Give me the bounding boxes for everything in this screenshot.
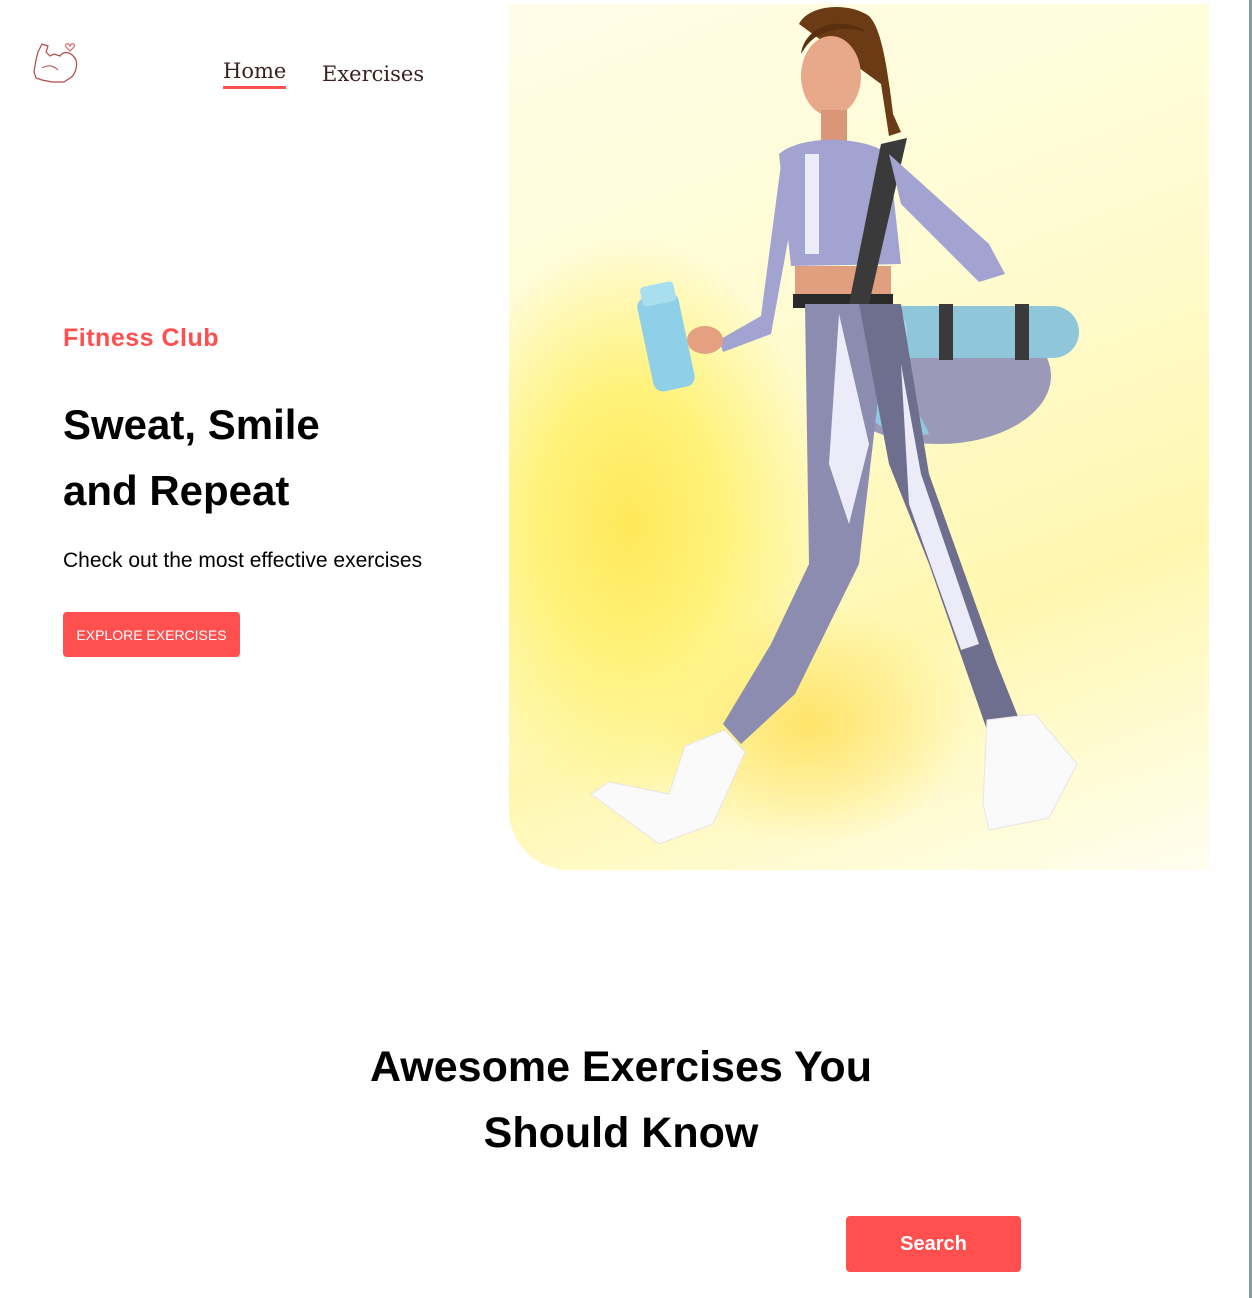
nav-home-link[interactable]: Home (223, 59, 287, 89)
explore-exercises-button[interactable]: EXPLORE EXERCISES (63, 612, 240, 657)
hero-title: Sweat, Smile and Repeat (63, 392, 493, 524)
hero-eyebrow: Fitness Club (63, 324, 220, 352)
hero-banner-image (509, 4, 1209, 870)
hero-subtitle: Check out the most effective exercises (63, 549, 423, 572)
exercises-section-title: Awesome Exercises You Should Know (0, 1034, 1242, 1166)
hero-title-line1: Sweat, Smile (63, 401, 320, 448)
search-button[interactable]: Search (846, 1216, 1021, 1272)
hero-title-line2: and Repeat (63, 467, 290, 514)
woman-walking-illustration (590, 6, 1079, 845)
nav-exercises-link[interactable]: Exercises (322, 62, 424, 86)
exercises-title-line1: Awesome Exercises You (370, 1043, 872, 1091)
page: Home Exercises Fitness Club Sweat, Smile… (0, 0, 1252, 1298)
flexed-arm-heart-icon[interactable] (32, 38, 82, 88)
exercises-title-line2: Should Know (483, 1109, 759, 1157)
